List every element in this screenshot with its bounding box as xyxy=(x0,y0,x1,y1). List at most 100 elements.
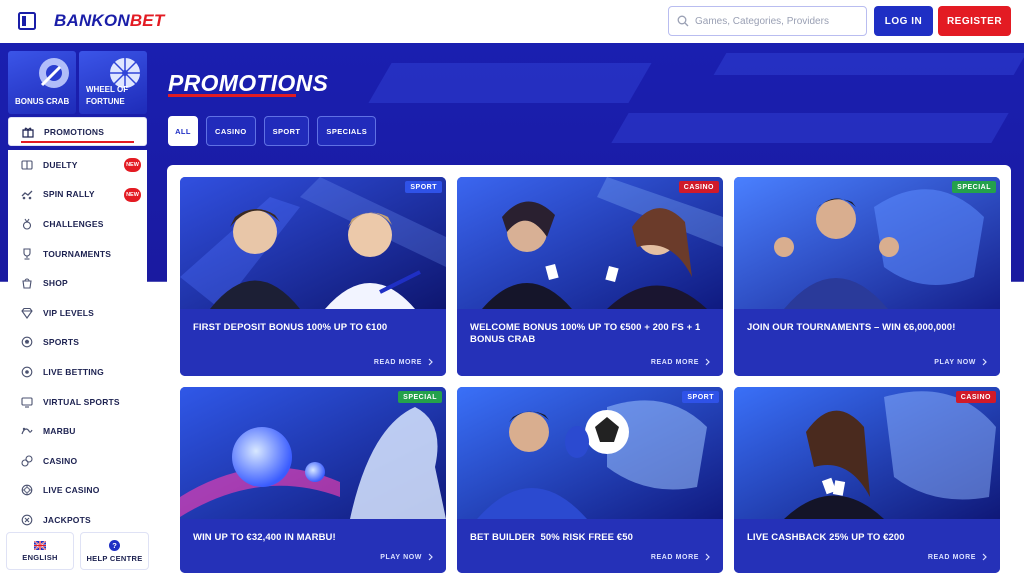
sidebar-item-challenges[interactable]: CHALLENGES xyxy=(8,209,147,239)
sidebar-item-label: CHALLENGES xyxy=(43,218,104,229)
monitor-icon xyxy=(20,395,34,409)
sidebar-item-virtual-sports[interactable]: VIRTUAL SPORTS xyxy=(8,386,147,417)
filter-specials[interactable]: SPECIALS xyxy=(317,116,377,146)
sidebar-item-label: VIRTUAL SPORTS xyxy=(43,396,120,407)
register-button[interactable]: REGISTER xyxy=(938,6,1011,36)
sidebar: BONUS CRAB WHEEL OF FORTUNE PROMOTIONS D… xyxy=(8,51,147,573)
sidebar-item-live-casino[interactable]: LIVE CASINO xyxy=(8,475,147,506)
promo-link[interactable]: READ MORE xyxy=(651,358,710,366)
promo-title: WIN UP TO €32,400 IN MARBU! xyxy=(193,532,336,543)
new-badge: NEW xyxy=(124,158,141,172)
promo-filter-bar: ALL CASINO SPORT SPECIALS xyxy=(168,116,377,146)
category-badge: SPORT xyxy=(682,391,719,403)
promo-link[interactable]: PLAY NOW xyxy=(934,358,987,366)
sidebar-item-tournaments[interactable]: TOURNAMENTS xyxy=(8,238,147,269)
promo-link[interactable]: PLAY NOW xyxy=(380,553,433,561)
live-betting-icon xyxy=(20,365,34,379)
sidebar-item-shop[interactable]: SHOP xyxy=(8,268,147,298)
sidebar-item-sports[interactable]: SPORTS xyxy=(8,327,147,358)
sidebar-menu: PROMOTIONS DUELTY NEW SPIN RALLY NEW CHA… xyxy=(8,117,147,535)
promo-card[interactable]: SPORT BET BUILDER 50% RISK FREE €50 READ… xyxy=(457,387,723,573)
new-badge: NEW xyxy=(124,187,141,202)
language-selector[interactable]: ENGLISH xyxy=(6,532,74,570)
sidebar-item-label: SPIN RALLY xyxy=(43,189,95,200)
sidebar-item-label: PROMOTIONS xyxy=(44,126,105,137)
tile-label: WHEEL OF FORTUNE xyxy=(86,85,129,106)
wheel-of-fortune-tile[interactable]: WHEEL OF FORTUNE xyxy=(79,51,147,114)
chip-icon xyxy=(20,483,34,497)
sidebar-item-vip-levels[interactable]: VIP LEVELS xyxy=(8,297,147,328)
category-badge: CASINO xyxy=(678,181,719,193)
marbu-icon xyxy=(20,424,34,438)
shop-icon xyxy=(20,276,34,290)
promo-link-label: READ MORE xyxy=(373,358,422,366)
category-badge: SPECIAL xyxy=(398,391,442,403)
sidebar-item-label: VIP LEVELS xyxy=(43,307,94,318)
sidebar-item-label: DUELTY xyxy=(43,159,78,170)
help-icon: ? xyxy=(109,539,120,551)
filter-casino[interactable]: CASINO xyxy=(206,116,256,146)
promo-title: WELCOME BONUS 100% UP TO €500 + 200 FS +… xyxy=(470,322,701,345)
promo-info: WIN UP TO €32,400 IN MARBU! PLAY NOW xyxy=(180,519,446,573)
chevron-right-icon xyxy=(982,553,987,561)
promo-info: BET BUILDER 50% RISK FREE €50 READ MORE xyxy=(457,519,723,573)
promo-info: LIVE CASHBACK 25% UP TO €200 READ MORE xyxy=(734,519,1000,573)
logo-main: BANKON xyxy=(54,11,130,30)
promo-image xyxy=(457,387,723,519)
football-icon xyxy=(20,335,34,349)
bonus-crab-tile[interactable]: BONUS CRAB xyxy=(8,51,76,114)
bonus-crab-icon xyxy=(39,58,69,88)
sidebar-item-jackpots[interactable]: JACKPOTS xyxy=(8,505,147,535)
diamond-icon xyxy=(20,306,34,320)
sidebar-item-marbu[interactable]: MARBU xyxy=(8,416,147,446)
sidebar-item-label: SPORTS xyxy=(43,337,80,348)
promo-title: BET BUILDER 50% RISK FREE €50 xyxy=(470,532,633,543)
help-centre-button[interactable]: ? HELP CENTRE xyxy=(80,532,149,570)
tile-label: BONUS CRAB xyxy=(15,97,70,106)
filter-sport[interactable]: SPORT xyxy=(263,116,310,146)
help-label: HELP CENTRE xyxy=(86,553,143,563)
promo-card[interactable]: CASINO WELCOME BONUS 100% UP TO €500 + 2… xyxy=(457,177,723,376)
promo-link[interactable]: READ MORE xyxy=(651,553,710,561)
category-badge: SPECIAL xyxy=(952,181,996,193)
search-icon xyxy=(677,15,689,27)
casino-icon xyxy=(20,454,34,468)
gift-icon xyxy=(21,125,35,139)
chevron-right-icon xyxy=(428,358,433,366)
sidebar-item-duelty[interactable]: DUELTY NEW xyxy=(8,150,147,180)
sidebar-toggle-icon[interactable] xyxy=(17,11,37,31)
search-input[interactable] xyxy=(695,15,860,27)
search-box[interactable] xyxy=(668,6,867,36)
brand-logo[interactable]: BANKONBET xyxy=(54,11,164,31)
chevron-right-icon xyxy=(705,358,710,366)
sidebar-item-casino[interactable]: CASINO xyxy=(8,445,147,476)
promo-title: LIVE CASHBACK 25% UP TO €200 xyxy=(747,532,905,543)
rally-icon xyxy=(20,187,34,201)
page-title: PROMOTIONS xyxy=(168,70,329,96)
medal-icon xyxy=(20,217,34,231)
title-underline xyxy=(168,94,296,97)
sidebar-item-label: SHOP xyxy=(43,278,68,289)
promo-card[interactable]: SPORT FIRST DEPOSIT BONUS 100% UP TO €10… xyxy=(180,177,446,376)
promo-card[interactable]: SPECIAL WIN UP TO €32,400 IN MARBU! PLAY… xyxy=(180,387,446,573)
promo-link[interactable]: READ MORE xyxy=(374,358,433,366)
login-button[interactable]: LOG IN xyxy=(874,6,933,36)
promo-link[interactable]: READ MORE xyxy=(928,553,987,561)
filter-all[interactable]: ALL xyxy=(168,116,198,146)
sidebar-item-live-betting[interactable]: LIVE BETTING xyxy=(8,357,147,387)
promo-card[interactable]: SPECIAL JOIN OUR TOURNAMENTS – WIN €6,00… xyxy=(734,177,1000,376)
uk-flag-icon xyxy=(34,540,46,550)
category-badge: SPORT xyxy=(405,181,442,193)
jackpot-icon xyxy=(20,513,34,527)
sidebar-item-spin-rally[interactable]: SPIN RALLY NEW xyxy=(8,179,147,210)
promo-link-label: READ MORE xyxy=(650,553,699,561)
sidebar-item-label: LIVE BETTING xyxy=(43,366,104,377)
svg-text:?: ? xyxy=(112,541,117,550)
sidebar-item-promotions[interactable]: PROMOTIONS xyxy=(8,117,147,146)
promo-card[interactable]: CASINO LIVE CASHBACK 25% UP TO €200 READ… xyxy=(734,387,1000,573)
promo-info: WELCOME BONUS 100% UP TO €500 + 200 FS +… xyxy=(457,309,723,376)
duel-icon xyxy=(20,158,34,172)
sidebar-item-label: JACKPOTS xyxy=(43,514,91,525)
sidebar-item-label: CASINO xyxy=(43,455,78,466)
chevron-right-icon xyxy=(982,358,987,366)
